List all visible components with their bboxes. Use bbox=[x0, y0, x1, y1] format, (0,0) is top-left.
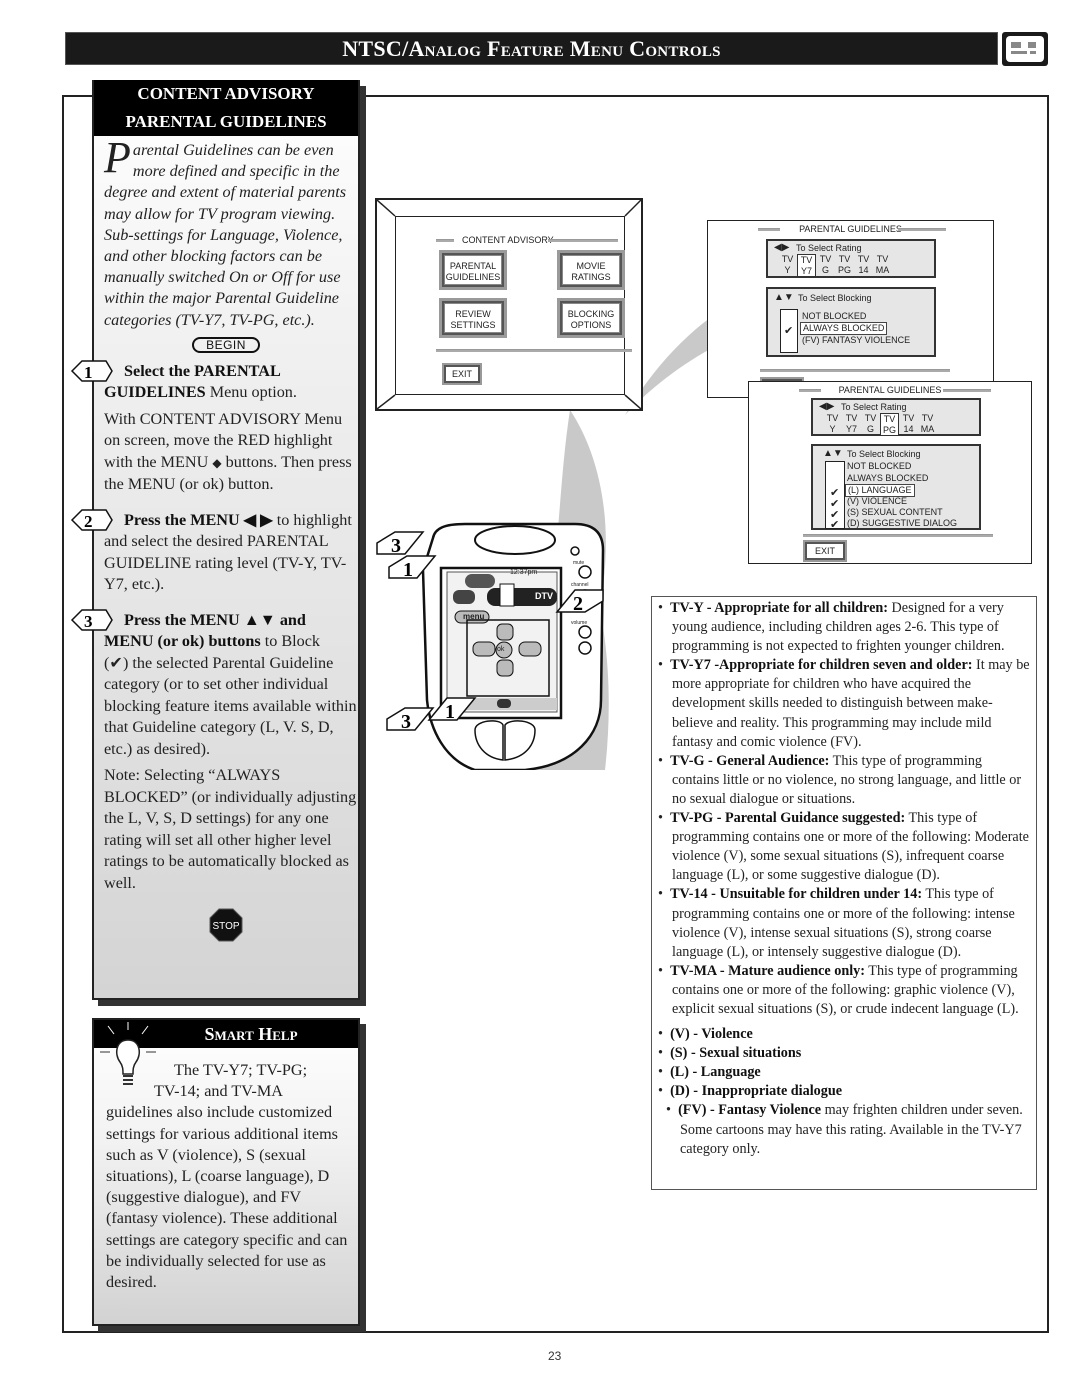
rating-tv-pg[interactable]: TV PG bbox=[880, 413, 899, 436]
callout-badge-1: 1 bbox=[388, 555, 437, 580]
option-sexual-content[interactable]: (S) SEXUAL CONTENT bbox=[847, 507, 943, 518]
rating-tv-y[interactable]: TV Y bbox=[778, 254, 797, 277]
lightbulb-icon bbox=[100, 1022, 156, 1085]
page-title: NTSC/Analog Feature Menu Controls bbox=[342, 35, 721, 61]
rating-item: • TV-Y7 -Appropriate for children seven … bbox=[658, 657, 1030, 750]
stop-sign-icon: STOP bbox=[209, 908, 243, 942]
rating-item: • TV-14 - Unsuitable for children under … bbox=[658, 886, 1015, 960]
menu-title: CONTENT ADVISORY bbox=[462, 235, 554, 245]
content-descriptor-item: • (D) - Inappropriate dialogue bbox=[658, 1083, 843, 1100]
exit-button[interactable]: EXIT bbox=[442, 363, 482, 385]
option-not-blocked[interactable]: NOT BLOCKED bbox=[802, 311, 866, 322]
rating-tv-y7[interactable]: TV Y7 bbox=[797, 254, 816, 277]
blocking-selector: ▲▼ To Select Blocking ✔ NOT BLOCKED ALWA… bbox=[766, 287, 936, 357]
blocking-options-button[interactable]: BLOCKING OPTIONS bbox=[557, 298, 625, 338]
left-right-arrows-icon: ◀▶ bbox=[774, 242, 790, 253]
content-advisory-panel: CONTENT ADVISORY PARENTAL GUIDELINES Par… bbox=[70, 80, 360, 1000]
parental-guidelines-screen-1: PARENTAL GUIDELINES ◀▶ To Select Rating … bbox=[707, 220, 994, 398]
rating-tv-ma[interactable]: TV MA bbox=[873, 254, 892, 277]
parental-guidelines-screen-2: PARENTAL GUIDELINES ◀▶ To Select Rating … bbox=[748, 381, 1032, 564]
option-always-blocked[interactable]: ALWAYS BLOCKED bbox=[800, 322, 888, 335]
svg-text:3: 3 bbox=[84, 612, 93, 631]
step-2: 2 Press the MENU ◀ ▶ to highlight and se… bbox=[70, 509, 358, 596]
movie-ratings-button[interactable]: MOVIE RATINGS bbox=[557, 250, 625, 290]
content-descriptor-item: • (L) - Language bbox=[658, 1064, 761, 1081]
svg-text:3: 3 bbox=[391, 535, 401, 556]
svg-text:1: 1 bbox=[403, 559, 413, 580]
svg-text:STOP: STOP bbox=[212, 921, 239, 932]
option-always-blocked[interactable]: ALWAYS BLOCKED bbox=[847, 473, 928, 484]
remote-control-illustration: 12:37pm menu ok DTV mute channel volume … bbox=[375, 520, 615, 772]
option-suggestive-dialog[interactable]: (D) SUGGESTIVE DIALOG bbox=[847, 518, 957, 529]
content-advisory-screen: CONTENT ADVISORY PARENTAL GUIDELINES MOV… bbox=[375, 198, 643, 411]
rating-tv-y7[interactable]: TV Y7 bbox=[842, 413, 861, 436]
mute-label: mute bbox=[573, 560, 585, 566]
smart-help-panel: Smart Help The TV-Y7; TV-PG; TV-14; and … bbox=[92, 1018, 360, 1326]
note-paragraph: Note: Selecting “ALWAYS BLOCKED” (or ind… bbox=[104, 766, 357, 892]
left-right-arrows-icon: ◀▶ bbox=[819, 401, 835, 412]
step-number-badge: 1 bbox=[70, 359, 114, 383]
block-checkbox-column: ✔ bbox=[780, 309, 798, 353]
ratings-description-box: • TV-Y - Appropriate for all children: D… bbox=[651, 596, 1037, 1190]
up-down-arrows-icon: ▲▼ bbox=[774, 292, 794, 303]
page-number: 23 bbox=[548, 1349, 562, 1363]
callout-badge-3: 3 bbox=[386, 707, 435, 732]
callout-badge-3: 3 bbox=[376, 531, 425, 556]
step-number-badge: 2 bbox=[70, 508, 114, 532]
rating-item: • TV-G - General Audience: This type of … bbox=[658, 752, 1022, 807]
callout-badge-2: 2 bbox=[555, 589, 604, 614]
checkmark-icon: ✔ bbox=[784, 325, 794, 337]
rating-tv-g[interactable]: TV G bbox=[816, 254, 835, 277]
step-number-badge: 3 bbox=[70, 608, 114, 632]
step-1: 1 Select the PARENTAL GUIDELINES Menu op… bbox=[70, 360, 358, 496]
option-fantasy-violence[interactable]: (FV) FANTASY VIOLENCE bbox=[802, 335, 910, 346]
rating-tv-g[interactable]: TV G bbox=[861, 413, 880, 436]
content-descriptor-item: • (FV) - Fantasy Violence may frighten c… bbox=[666, 1102, 1023, 1157]
svg-text:1: 1 bbox=[84, 363, 93, 382]
tv-menu-icon bbox=[1002, 32, 1048, 66]
content-descriptor-item: • (V) - Violence bbox=[658, 1026, 753, 1043]
remote-menu-button[interactable]: menu bbox=[463, 612, 484, 621]
rating-selector: ◀▶ To Select Rating TV Y TV Y7 TV G TV PG TV… bbox=[766, 239, 936, 278]
rating-item: • TV-PG - Parental Guidance suggested: T… bbox=[658, 810, 1029, 884]
svg-text:1: 1 bbox=[445, 701, 455, 722]
content-descriptor-item: • (S) - Sexual situations bbox=[658, 1045, 802, 1062]
page-header: NTSC/Analog Feature Menu Controls bbox=[65, 32, 998, 65]
review-settings-button[interactable]: REVIEW SETTINGS bbox=[439, 298, 507, 338]
rating-tv-pg[interactable]: TV PG bbox=[835, 254, 854, 277]
remote-ok-button[interactable]: ok bbox=[497, 646, 504, 653]
checkmark-icon: ✔ bbox=[830, 519, 840, 531]
menu-area: CONTENT ADVISORY PARENTAL GUIDELINES MOV… bbox=[395, 216, 632, 395]
volume-label: volume bbox=[571, 620, 588, 626]
begin-badge: BEGIN bbox=[192, 336, 260, 353]
intro-paragraph: Parental Guidelines can be even more def… bbox=[104, 133, 347, 329]
parental-guidelines-button[interactable]: PARENTAL GUIDELINES bbox=[439, 250, 507, 290]
remote-dtv-label: DTV bbox=[535, 591, 553, 601]
step-3: 3 Press the MENU ▲▼ and MENU (or ok) but… bbox=[70, 609, 358, 895]
option-violence[interactable]: (V) VIOLENCE bbox=[847, 496, 907, 507]
rating-selector: ◀▶ To Select Rating TV Y TV Y7 TV G TV PG TV… bbox=[811, 398, 981, 436]
rating-item: • TV-MA - Mature audience only: This typ… bbox=[658, 962, 1019, 1017]
menu-title: PARENTAL GUIDELINES bbox=[799, 224, 902, 234]
rating-item: • TV-Y - Appropriate for all children: D… bbox=[658, 600, 1005, 655]
svg-text:2: 2 bbox=[84, 512, 93, 531]
menu-navigate-icon: ◆ bbox=[212, 455, 222, 470]
svg-text:3: 3 bbox=[401, 711, 411, 732]
block-checkbox-column: ✔ ✔ ✔ ✔ bbox=[825, 461, 845, 531]
exit-button[interactable]: EXIT bbox=[803, 540, 847, 562]
rating-tv-14[interactable]: TV 14 bbox=[899, 413, 918, 436]
rating-tv-ma[interactable]: TV MA bbox=[918, 413, 937, 436]
up-down-arrows-icon: ▲▼ bbox=[823, 448, 843, 459]
blocking-selector: ▲▼ To Select Blocking ✔ ✔ ✔ ✔ NOT BLOCKE… bbox=[811, 444, 981, 531]
drop-cap: P bbox=[104, 133, 131, 182]
clock-display: 12:37pm bbox=[510, 569, 538, 576]
panel-heading: CONTENT ADVISORY PARENTAL GUIDELINES bbox=[94, 80, 358, 136]
rating-tv-14[interactable]: TV 14 bbox=[854, 254, 873, 277]
rating-tv-y[interactable]: TV Y bbox=[823, 413, 842, 436]
option-not-blocked[interactable]: NOT BLOCKED bbox=[847, 461, 911, 472]
svg-text:2: 2 bbox=[573, 593, 583, 614]
